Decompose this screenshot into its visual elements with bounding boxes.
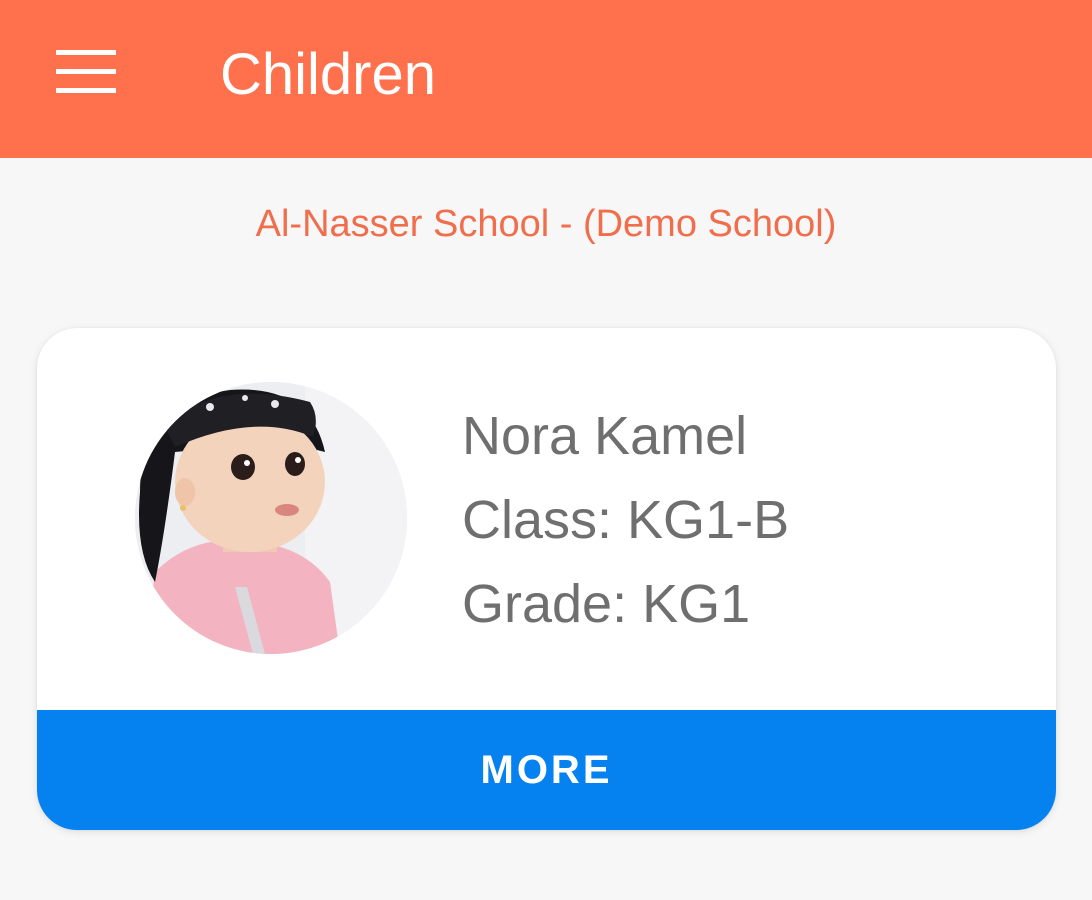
child-info: Nora Kamel Class: KG1-B Grade: KG1 [462,394,789,646]
hamburger-menu-icon [56,50,116,93]
school-name: Al-Nasser School - (Demo School) [255,203,837,245]
child-card[interactable]: Nora Kamel Class: KG1-B Grade: KG1 MORE [37,328,1056,830]
child-name: Nora Kamel [462,406,748,466]
menu-button[interactable] [56,50,116,96]
child-class: Class: KG1-B [462,490,790,550]
more-button[interactable]: MORE [37,710,1056,830]
child-grade: Grade: KG1 [462,574,751,634]
app-bar: Children [0,0,1092,158]
child-avatar [135,382,407,654]
page-title: Children [220,42,436,107]
